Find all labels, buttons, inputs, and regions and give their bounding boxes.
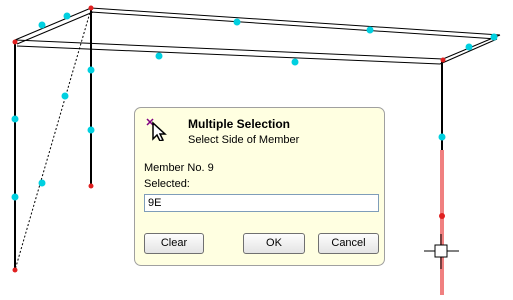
select-pointer-icon (146, 118, 167, 141)
crosshair-select-icon (424, 234, 459, 269)
cancel-button[interactable]: Cancel (318, 233, 379, 254)
multiple-selection-dialog: Multiple Selection Select Side of Member… (134, 107, 385, 266)
dialog-subtitle: Select Side of Member (188, 134, 300, 146)
member-number-label: Member No. 9 (144, 162, 214, 174)
ok-button[interactable]: OK (243, 233, 305, 254)
selected-label: Selected: (144, 178, 190, 190)
selected-input[interactable] (144, 194, 379, 212)
brace-diagonal[interactable] (14, 8, 92, 271)
roof-frame (14, 7, 501, 65)
dialog-title: Multiple Selection (188, 117, 291, 131)
clear-button[interactable]: Clear (144, 233, 204, 254)
